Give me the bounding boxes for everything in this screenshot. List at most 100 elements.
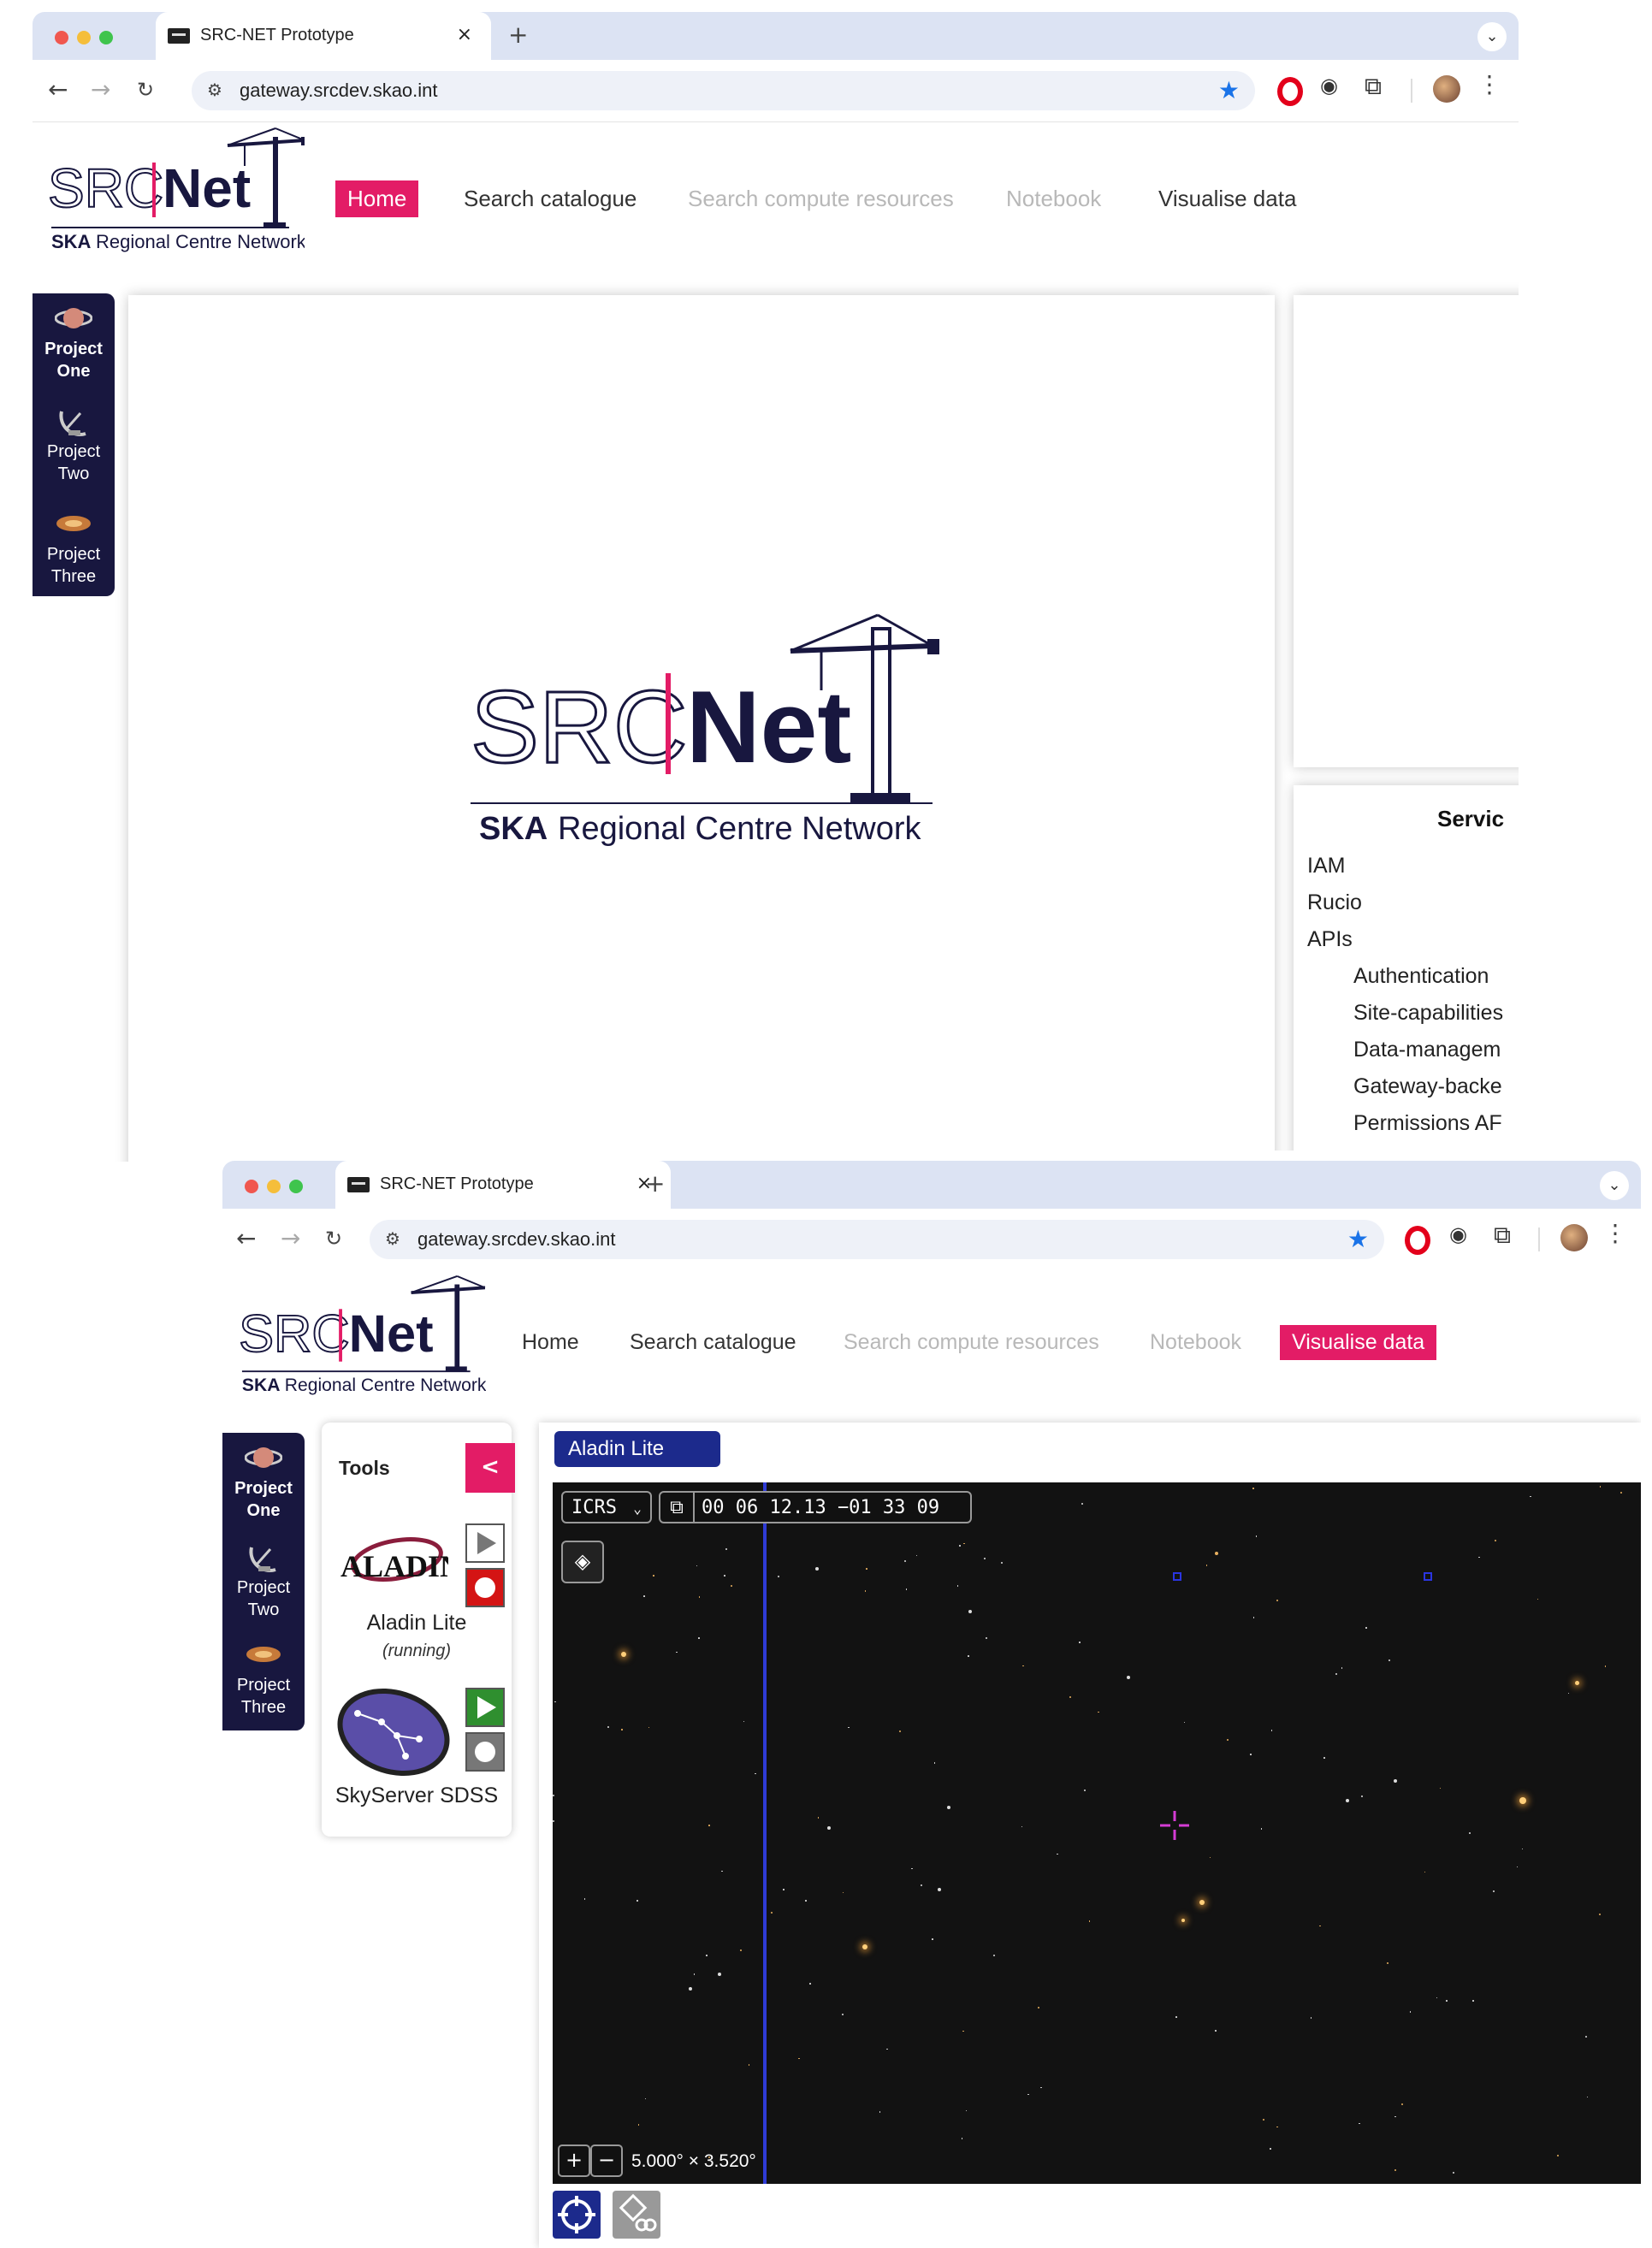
close-window-button[interactable] — [245, 1180, 258, 1193]
project-one[interactable]: Project One — [33, 302, 115, 382]
aladin-sky-view[interactable]: ICRS ⌄ ⧉ 00 06 12.13 −01 33 09 ◈ + − 5.00… — [553, 1482, 1641, 2184]
copy-icon[interactable]: ⧉ — [660, 1493, 695, 1523]
extensions-puzzle-icon[interactable]: ⧉ — [1494, 1221, 1523, 1250]
service-apis[interactable]: APIs — [1307, 927, 1353, 952]
url-text: gateway.srcdev.skao.int — [417, 1228, 616, 1250]
nav-home[interactable]: Home — [510, 1325, 591, 1360]
address-bar[interactable]: ⚙ gateway.srcdev.skao.int ★ — [192, 71, 1255, 110]
tab-strip: SRC-NET Prototype × + ⌄ — [222, 1161, 1641, 1209]
service-rucio[interactable]: Rucio — [1307, 890, 1362, 915]
logo-ska-text: SKA — [242, 1375, 281, 1395]
nav-visualise-data[interactable]: Visualise data — [1146, 180, 1308, 217]
star-point — [866, 1568, 867, 1570]
maximize-window-button[interactable] — [99, 31, 113, 44]
minimize-window-button[interactable] — [77, 31, 91, 44]
project-one[interactable]: Project One — [222, 1441, 305, 1522]
tab-search-chevron-icon[interactable]: ⌄ — [1477, 22, 1507, 51]
forward-arrow-icon[interactable]: → — [91, 75, 110, 104]
maximize-window-button[interactable] — [289, 1180, 303, 1193]
tab-search-chevron-icon[interactable]: ⌄ — [1600, 1171, 1629, 1200]
bookmark-star-icon[interactable]: ★ — [1347, 1225, 1369, 1253]
forward-arrow-icon[interactable]: → — [281, 1224, 300, 1252]
browser-tab[interactable]: SRC-NET Prototype × — [335, 1161, 671, 1209]
api-authentication[interactable]: Authentication — [1353, 964, 1489, 989]
star-point — [770, 1912, 773, 1914]
layers-icon[interactable]: ◈ — [561, 1541, 604, 1583]
zoom-in-button[interactable]: + — [558, 2144, 590, 2177]
aladin-play-button[interactable] — [465, 1523, 505, 1563]
star-point — [842, 1891, 844, 1894]
srcnet-logo[interactable]: SRC Net SKA Regional Centre Network — [48, 127, 305, 253]
goto-target-button[interactable] — [553, 2191, 601, 2239]
star-point — [1081, 1502, 1084, 1505]
browser-tab[interactable]: SRC-NET Prototype × — [156, 12, 491, 60]
star-point — [755, 1772, 756, 1775]
back-arrow-icon[interactable]: ← — [236, 1224, 256, 1252]
project-two[interactable]: Project Two — [33, 405, 115, 485]
close-window-button[interactable] — [55, 31, 68, 44]
nav-notebook: Notebook — [1150, 1330, 1242, 1354]
project-three[interactable]: Project Three — [222, 1638, 305, 1719]
site-settings-icon[interactable]: ⚙ — [207, 80, 222, 100]
star-point — [1620, 1492, 1623, 1494]
api-gateway-backend[interactable]: Gateway-backe — [1353, 1074, 1502, 1099]
browser-menu-icon[interactable]: ⋮ — [1603, 1219, 1632, 1248]
window-controls — [55, 31, 115, 44]
opera-extension-icon[interactable] — [1277, 77, 1303, 106]
extensions-puzzle-icon[interactable]: ⧉ — [1365, 72, 1394, 101]
new-tab-button[interactable]: + — [645, 1169, 665, 1198]
collapse-tools-button[interactable]: < — [465, 1443, 515, 1493]
tools-panel: Tools < ALADIN Aladin Lite (running) — [322, 1423, 515, 1837]
star-point — [648, 1726, 650, 1729]
aladin-stop-button[interactable] — [465, 1568, 505, 1607]
browser-menu-icon[interactable]: ⋮ — [1477, 70, 1507, 99]
extension-badge-icon[interactable]: ◉ — [1320, 74, 1349, 103]
back-arrow-icon[interactable]: ← — [48, 75, 68, 104]
frame-select[interactable]: ICRS ⌄ — [561, 1491, 652, 1523]
zoom-out-button[interactable]: − — [590, 2144, 623, 2177]
close-tab-icon[interactable]: × — [457, 24, 472, 45]
star-point — [959, 1545, 961, 1547]
large-logo-src-text: SRC — [471, 670, 687, 784]
profile-avatar-icon[interactable] — [1560, 1224, 1588, 1251]
star-point — [1250, 1754, 1252, 1755]
viewer-tab-aladin[interactable]: Aladin Lite — [554, 1431, 720, 1467]
catalog-marker[interactable] — [1173, 1572, 1181, 1581]
star-point — [905, 1588, 908, 1590]
star-point — [1215, 1551, 1219, 1555]
minimize-window-button[interactable] — [267, 1180, 281, 1193]
api-site-capabilities[interactable]: Site-capabilities — [1353, 1001, 1503, 1026]
coordinate-value: 00 06 12.13 −01 33 09 — [702, 1497, 940, 1518]
service-iam[interactable]: IAM — [1307, 854, 1345, 878]
star-point — [1468, 1832, 1471, 1835]
star-point — [689, 1987, 693, 1991]
coordinate-input[interactable]: ⧉ 00 06 12.13 −01 33 09 — [659, 1491, 972, 1523]
nav-home[interactable]: Home — [335, 180, 419, 217]
opera-extension-icon[interactable] — [1405, 1226, 1430, 1255]
nav-search-catalogue[interactable]: Search catalogue — [618, 1325, 808, 1360]
star-point — [1276, 2126, 1278, 2128]
reload-icon[interactable]: ↻ — [325, 1227, 342, 1251]
new-tab-button[interactable]: + — [508, 21, 528, 49]
srcnet-logo[interactable]: SRC Net SKA Regional Centre Network — [238, 1275, 486, 1396]
api-permissions[interactable]: Permissions AF — [1353, 1111, 1502, 1136]
nav-visualise-data[interactable]: Visualise data — [1280, 1325, 1437, 1360]
project-three[interactable]: Project Three — [33, 507, 115, 588]
project-two[interactable]: Project Two — [222, 1541, 305, 1621]
reload-icon[interactable]: ↻ — [137, 78, 154, 102]
skyserver-stop-button[interactable] — [465, 1732, 505, 1772]
star-point — [1088, 1920, 1091, 1922]
bookmark-star-icon[interactable]: ★ — [1218, 76, 1240, 104]
nav-search-catalogue[interactable]: Search catalogue — [452, 180, 648, 217]
address-bar[interactable]: ⚙ gateway.srcdev.skao.int ★ — [370, 1220, 1384, 1259]
site-settings-icon[interactable]: ⚙ — [385, 1228, 400, 1249]
skyserver-play-button[interactable] — [465, 1688, 505, 1727]
api-data-management[interactable]: Data-managem — [1353, 1038, 1501, 1062]
extension-badge-icon[interactable]: ◉ — [1449, 1222, 1478, 1251]
logo-net-text: Net — [349, 1304, 434, 1364]
profile-avatar-icon[interactable] — [1433, 75, 1460, 103]
star-point — [1446, 2000, 1448, 2002]
select-tool-button[interactable] — [613, 2191, 660, 2239]
star-point — [965, 2109, 968, 2112]
catalog-marker[interactable] — [1424, 1572, 1432, 1581]
